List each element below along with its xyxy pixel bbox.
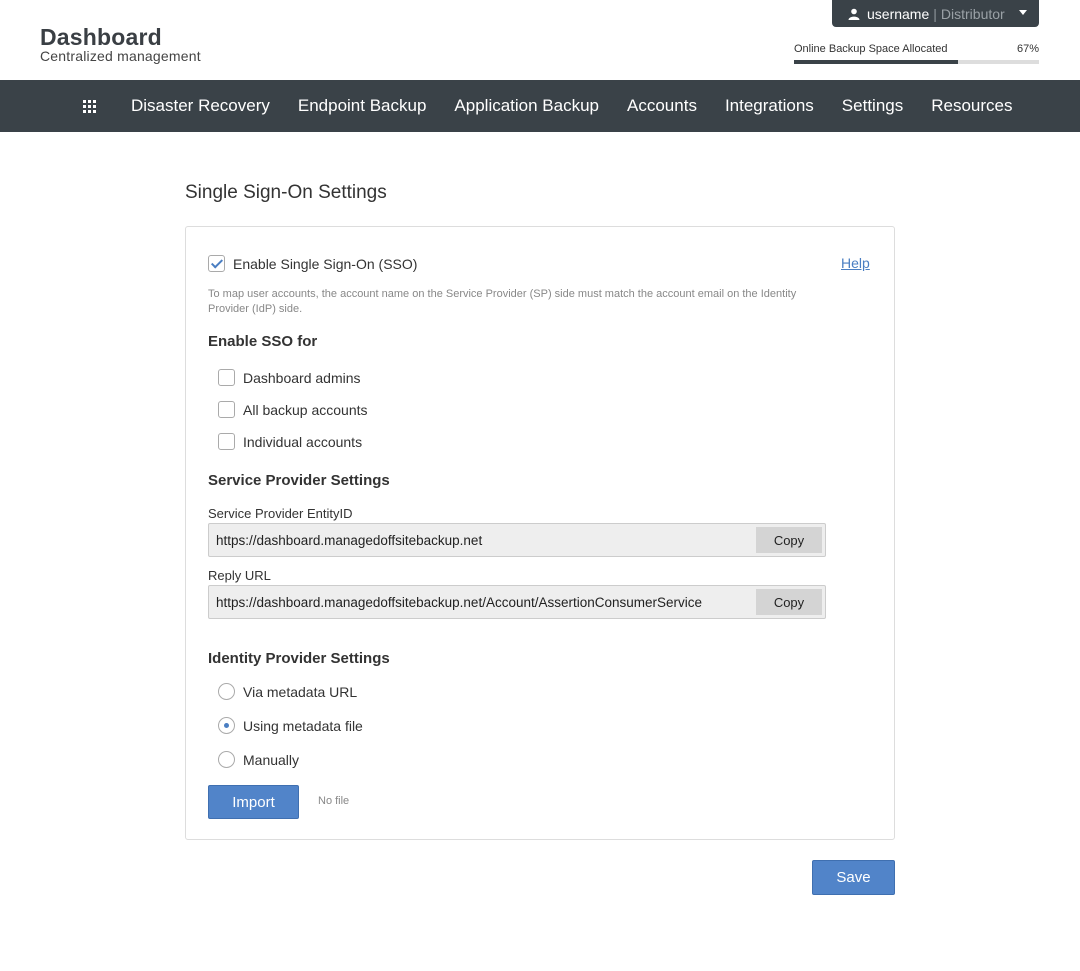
entity-id-value: https://dashboard.managedoffsitebackup.n…: [216, 533, 483, 548]
backup-space-label: Online Backup Space Allocated: [794, 43, 948, 55]
service-provider-heading: Service Provider Settings: [208, 472, 390, 489]
copy-reply-url-button[interactable]: Copy: [756, 589, 822, 615]
nav-item-application-backup[interactable]: Application Backup: [440, 96, 613, 116]
nav-item-settings[interactable]: Settings: [828, 96, 917, 116]
enable-sso-label: Enable Single Sign-On (SSO): [233, 256, 418, 272]
entity-id-field[interactable]: https://dashboard.managedoffsitebackup.n…: [208, 523, 826, 557]
manually-radio[interactable]: [218, 751, 235, 768]
identity-provider-heading: Identity Provider Settings: [208, 650, 390, 667]
save-button[interactable]: Save: [812, 860, 895, 895]
main-navbar: Disaster Recovery Endpoint Backup Applic…: [0, 80, 1080, 132]
individual-accounts-label: Individual accounts: [243, 434, 363, 450]
page-title: Single Sign-On Settings: [185, 182, 387, 203]
chevron-down-icon[interactable]: [1019, 10, 1027, 15]
nav-item-endpoint-backup[interactable]: Endpoint Backup: [284, 96, 441, 116]
nav-item-accounts[interactable]: Accounts: [613, 96, 711, 116]
enable-sso-checkbox[interactable]: [208, 255, 225, 272]
import-button[interactable]: Import: [208, 785, 299, 819]
backup-space-progress: [794, 60, 1039, 64]
entity-id-label: Service Provider EntityID: [208, 506, 353, 521]
no-file-label: No file: [318, 795, 350, 807]
all-backup-accounts-checkbox[interactable]: [218, 401, 235, 418]
sso-settings-card: Enable Single Sign-On (SSO) Help To map …: [185, 226, 895, 840]
manually-label: Manually: [243, 752, 300, 768]
reply-url-field[interactable]: https://dashboard.managedoffsitebackup.n…: [208, 585, 826, 619]
sso-mapping-note: To map user accounts, the account name o…: [208, 288, 797, 315]
user-name: username: [867, 5, 930, 22]
user-role: Distributor: [940, 5, 1005, 22]
dashboard-admins-checkbox[interactable]: [218, 369, 235, 386]
using-metadata-file-radio[interactable]: [218, 717, 235, 734]
copy-entity-id-button[interactable]: Copy: [756, 527, 822, 553]
app-title: Dashboard: [40, 24, 162, 50]
user-menu[interactable]: username | Distributor: [832, 0, 1039, 27]
all-backup-accounts-label: All backup accounts: [243, 402, 368, 418]
enable-sso-for-heading: Enable SSO for: [208, 333, 318, 350]
using-metadata-file-label: Using metadata file: [243, 718, 363, 734]
user-separator: |: [933, 5, 937, 22]
user-icon: [848, 8, 860, 20]
nav-items: Disaster Recovery Endpoint Backup Applic…: [117, 80, 1027, 132]
individual-accounts-checkbox[interactable]: [218, 433, 235, 450]
app-subtitle: Centralized management: [40, 48, 201, 64]
nav-item-resources[interactable]: Resources: [917, 96, 1026, 116]
via-metadata-url-radio[interactable]: [218, 683, 235, 700]
help-link[interactable]: Help: [841, 255, 870, 271]
backup-space-percent: 67%: [1016, 43, 1039, 55]
dashboard-admins-label: Dashboard admins: [243, 370, 361, 386]
nav-item-disaster-recovery[interactable]: Disaster Recovery: [117, 96, 284, 116]
backup-space-progress-fill: [794, 60, 959, 64]
reply-url-label: Reply URL: [208, 568, 271, 583]
grid-icon[interactable]: [83, 100, 96, 113]
nav-item-integrations[interactable]: Integrations: [711, 96, 828, 116]
reply-url-value: https://dashboard.managedoffsitebackup.n…: [216, 595, 703, 610]
via-metadata-url-label: Via metadata URL: [243, 684, 358, 700]
